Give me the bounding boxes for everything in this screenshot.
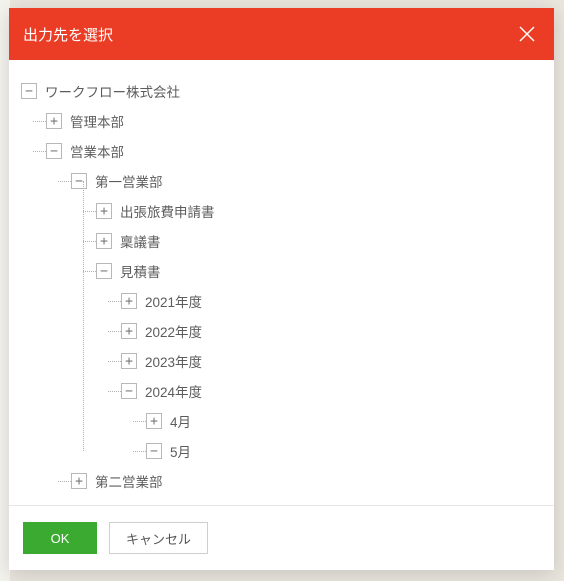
tree-node: −2024年度+4月−5月	[121, 376, 546, 466]
collapse-icon[interactable]: −	[46, 143, 62, 159]
tree-node-label: 4月	[170, 411, 191, 431]
tree-node-label: 出張旅費申請書	[120, 201, 215, 221]
tree-node-label: 営業本部	[70, 141, 124, 161]
tree-row[interactable]: −第一営業部	[71, 166, 546, 196]
expand-icon[interactable]: +	[96, 233, 112, 249]
expand-icon[interactable]: +	[121, 323, 137, 339]
tree-node: + 管理本部	[46, 106, 546, 136]
tree-node-label: 第二営業部	[95, 471, 163, 491]
tree-row[interactable]: + 管理本部	[46, 106, 546, 136]
collapse-icon[interactable]: −	[96, 263, 112, 279]
tree-row[interactable]: +2022年度	[121, 316, 546, 346]
tree-node: −見積書+2021年度+2022年度+2023年度−2024年度+4月−5月	[96, 256, 546, 466]
tree-row[interactable]: + 出張旅費申請書	[96, 196, 546, 226]
expand-icon[interactable]: +	[121, 353, 137, 369]
tree-row[interactable]: −ワークフロー株式会社	[21, 76, 546, 106]
expand-icon[interactable]: +	[121, 293, 137, 309]
cancel-button[interactable]: キャンセル	[109, 522, 208, 554]
dialog-body[interactable]: −ワークフロー株式会社+管理本部−営業本部−第一営業部+出張旅費申請書+稟議書−…	[9, 60, 554, 505]
tree-row[interactable]: −営業本部	[46, 136, 546, 166]
tree-node-label: 第一営業部	[95, 171, 163, 191]
tree-node: −ワークフロー株式会社+管理本部−営業本部−第一営業部+出張旅費申請書+稟議書−…	[21, 76, 546, 496]
expand-icon[interactable]: +	[146, 413, 162, 429]
dialog-header: 出力先を選択	[9, 8, 554, 60]
tree-node: −5月	[146, 436, 546, 466]
tree-node: −第一営業部+出張旅費申請書+稟議書−見積書+2021年度+2022年度+202…	[71, 166, 546, 466]
collapse-icon[interactable]: −	[21, 83, 37, 99]
tree-row[interactable]: −2024年度	[121, 376, 546, 406]
tree-node: + 稟議書	[96, 226, 546, 256]
collapse-icon[interactable]: −	[71, 173, 87, 189]
close-icon[interactable]	[518, 25, 536, 43]
tree-node: + 出張旅費申請書	[96, 196, 546, 226]
tree-row[interactable]: +2023年度	[121, 346, 546, 376]
collapse-icon[interactable]: −	[146, 443, 162, 459]
tree-row[interactable]: −見積書	[96, 256, 546, 286]
tree-node-label: ワークフロー株式会社	[45, 81, 180, 101]
tree-node: −営業本部−第一営業部+出張旅費申請書+稟議書−見積書+2021年度+2022年…	[46, 136, 546, 496]
tree-node-label: 2023年度	[145, 351, 202, 371]
dialog-footer: OK キャンセル	[9, 506, 554, 570]
expand-icon[interactable]: +	[46, 113, 62, 129]
output-destination-dialog: 出力先を選択 −ワークフロー株式会社+管理本部−営業本部−第一営業部+出張旅費申…	[9, 8, 554, 570]
tree-row[interactable]: −5月	[146, 436, 546, 466]
tree-row[interactable]: + 稟議書	[96, 226, 546, 256]
ok-button[interactable]: OK	[23, 522, 97, 554]
dialog-title: 出力先を選択	[23, 24, 113, 45]
tree-node: +2023年度	[121, 346, 546, 376]
tree-node-label: 2024年度	[145, 381, 202, 401]
expand-icon[interactable]: +	[96, 203, 112, 219]
tree-row[interactable]: +2021年度	[121, 286, 546, 316]
tree-node-label: 2021年度	[145, 291, 202, 311]
tree-row[interactable]: + 第二営業部	[71, 466, 546, 496]
tree-node: +2021年度	[121, 286, 546, 316]
tree-node-label: 稟議書	[120, 231, 161, 251]
expand-icon[interactable]: +	[71, 473, 87, 489]
tree-node-label: 2022年度	[145, 321, 202, 341]
tree-node-label: 管理本部	[70, 111, 124, 131]
collapse-icon[interactable]: −	[121, 383, 137, 399]
tree-row[interactable]: +4月	[146, 406, 546, 436]
tree-node-label: 5月	[170, 441, 191, 461]
tree-node: +4月	[146, 406, 546, 436]
tree-node: +2022年度	[121, 316, 546, 346]
folder-tree: −ワークフロー株式会社+管理本部−営業本部−第一営業部+出張旅費申請書+稟議書−…	[21, 76, 546, 496]
tree-node: + 第二営業部	[71, 466, 546, 496]
tree-node-label: 見積書	[120, 261, 161, 281]
